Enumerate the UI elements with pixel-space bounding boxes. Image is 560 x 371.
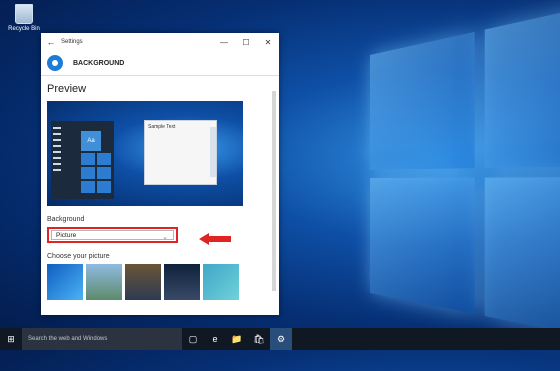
preview-tile: Aa [81,131,101,151]
start-button[interactable]: ⊞ [0,334,22,345]
minimize-button[interactable]: — [213,38,235,47]
background-dropdown-highlight: Picture ⌄ [47,227,178,243]
close-button[interactable]: ✕ [257,38,279,47]
picture-thumbnail[interactable] [164,264,200,300]
picture-thumbnail[interactable] [125,264,161,300]
preview-sample-scrollbar [210,127,216,177]
window-scrollbar[interactable] [272,91,276,291]
recycle-bin-icon [15,4,33,24]
maximize-button[interactable]: ☐ [235,38,257,47]
recycle-bin-shortcut[interactable]: Recycle Bin [4,4,44,32]
file-explorer-icon[interactable]: 📁 [226,328,248,350]
logo-pane [370,177,475,314]
window-title: Settings [61,39,83,45]
settings-taskbar-icon[interactable]: ⚙ [270,328,292,350]
store-icon[interactable]: 🛍 [248,328,270,350]
windows-logo-wallpaper [370,0,560,371]
picture-thumbnails [47,264,273,300]
background-preview: Aa Sample Text [47,101,243,206]
page-title: BACKGROUND [73,59,125,67]
taskbar: ⊞ Search the web and Windows ▢ e 📁 🛍 ⚙ [0,328,560,350]
logo-pane [370,31,475,171]
recycle-bin-label: Recycle Bin [8,26,40,32]
background-dropdown-value: Picture [56,231,77,239]
background-dropdown[interactable]: Picture ⌄ [51,230,174,241]
settings-window: ← Settings — ☐ ✕ BACKGROUND Preview Aa S… [41,33,279,315]
preview-heading: Preview [47,83,87,95]
choose-picture-label: Choose your picture [47,253,110,260]
back-arrow-icon[interactable]: ← [41,37,61,47]
pointer-arrow-icon [199,233,231,245]
preview-menu-lines [53,127,61,175]
preview-sample-window: Sample Text [144,120,217,185]
background-label: Background [47,216,85,223]
title-bar: ← Settings — ☐ ✕ [41,33,279,51]
picture-thumbnail[interactable] [86,264,122,300]
chevron-down-icon: ⌄ [162,234,168,241]
gear-icon [47,55,63,71]
taskbar-search-box[interactable]: Search the web and Windows [22,328,182,350]
preview-tiles [81,153,111,193]
picture-thumbnail[interactable] [203,264,239,300]
preview-start-menu: Aa [51,121,114,199]
page-header: BACKGROUND [41,51,279,75]
task-view-icon[interactable]: ▢ [182,328,204,350]
settings-content: Preview Aa Sample Text Background Pictur… [41,76,279,304]
preview-sample-text: Sample Text [148,124,176,130]
windows-start-icon: ⊞ [7,333,15,344]
logo-pane [484,0,560,168]
logo-pane [484,177,560,348]
picture-thumbnail[interactable] [47,264,83,300]
edge-browser-icon[interactable]: e [204,328,226,350]
